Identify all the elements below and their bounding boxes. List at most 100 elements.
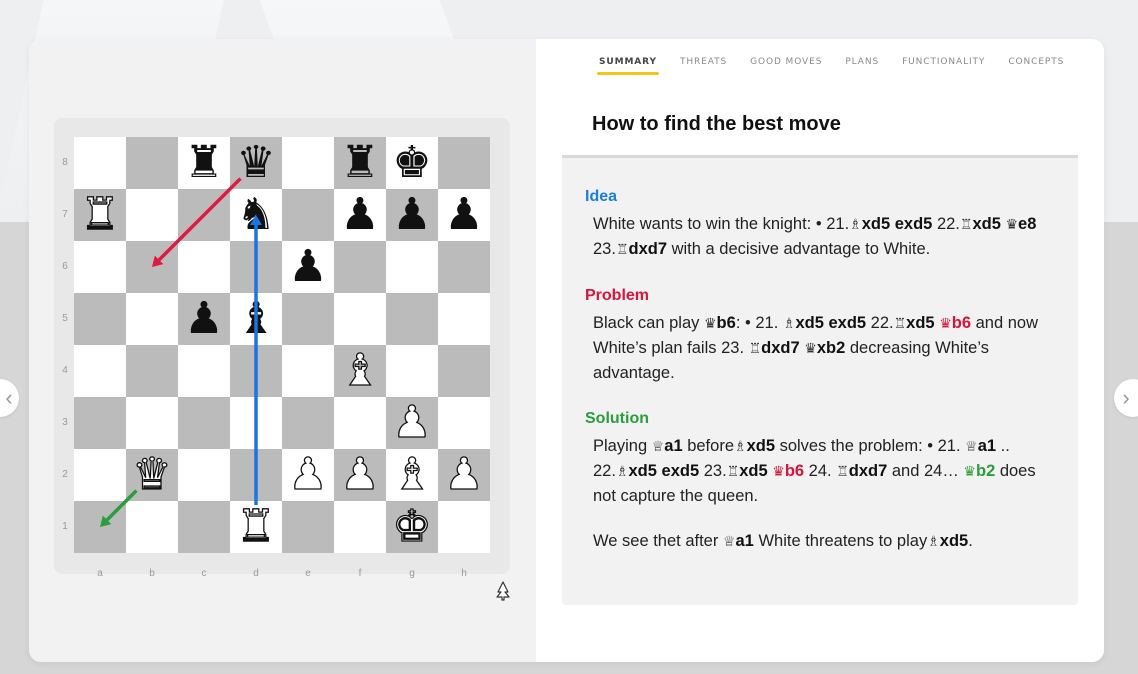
tree-icon[interactable] bbox=[495, 581, 511, 601]
square-b6[interactable] bbox=[126, 241, 178, 293]
square-f1[interactable] bbox=[334, 501, 386, 553]
white-bishop-icon[interactable]: ♝ bbox=[340, 348, 381, 393]
square-a7[interactable]: ♜ bbox=[74, 189, 126, 241]
move-notation[interactable]: dxd7 bbox=[761, 339, 800, 357]
square-d7[interactable]: ♞ bbox=[230, 189, 282, 241]
move-notation[interactable]: dxd7 bbox=[629, 240, 668, 258]
black-rook-icon[interactable]: ♜ bbox=[184, 141, 223, 185]
move-notation[interactable]: b6 bbox=[952, 314, 971, 332]
square-a5[interactable] bbox=[74, 293, 126, 345]
white-bishop-icon[interactable]: ♝ bbox=[392, 452, 433, 497]
black-pawn-icon[interactable]: ♟ bbox=[444, 193, 483, 237]
square-f3[interactable] bbox=[334, 397, 386, 449]
square-h5[interactable] bbox=[438, 293, 490, 345]
square-h1[interactable] bbox=[438, 501, 490, 553]
move-notation[interactable]: exd5 bbox=[895, 215, 933, 233]
square-e4[interactable] bbox=[282, 345, 334, 397]
move-notation[interactable]: e8 bbox=[1018, 215, 1036, 233]
square-h2[interactable]: ♟ bbox=[438, 449, 490, 501]
black-bishop-icon[interactable]: ♝ bbox=[236, 297, 275, 341]
black-king-icon[interactable]: ♚ bbox=[392, 141, 431, 185]
white-king-icon[interactable]: ♚ bbox=[392, 504, 433, 549]
move-notation[interactable]: xd5 bbox=[747, 437, 775, 455]
chess-board[interactable]: ♜ ♛ ♜ ♚ ♜ ♞ ♟ ♟ ♟ ♟ ♟ ♝ ♝ ♟ ♛ ♟ ♟ ♝ ♟ ♜ ♚ bbox=[74, 137, 490, 553]
tab-threats[interactable]: THREATS bbox=[680, 53, 727, 75]
square-e7[interactable] bbox=[282, 189, 334, 241]
square-g1[interactable]: ♚ bbox=[386, 501, 438, 553]
white-pawn-icon[interactable]: ♟ bbox=[444, 452, 485, 497]
white-pawn-icon[interactable]: ♟ bbox=[340, 452, 381, 497]
white-queen-icon[interactable]: ♛ bbox=[132, 452, 173, 497]
move-notation[interactable]: xb2 bbox=[817, 339, 845, 357]
tab-functionality[interactable]: FUNCTIONALITY bbox=[902, 53, 985, 75]
square-g8[interactable]: ♚ bbox=[386, 137, 438, 189]
square-h6[interactable] bbox=[438, 241, 490, 293]
square-e2[interactable]: ♟ bbox=[282, 449, 334, 501]
move-notation[interactable]: b6 bbox=[785, 462, 804, 480]
square-h3[interactable] bbox=[438, 397, 490, 449]
square-b5[interactable] bbox=[126, 293, 178, 345]
square-a4[interactable] bbox=[74, 345, 126, 397]
square-f7[interactable]: ♟ bbox=[334, 189, 386, 241]
tab-plans[interactable]: PLANS bbox=[845, 53, 879, 75]
square-f8[interactable]: ♜ bbox=[334, 137, 386, 189]
square-a1[interactable] bbox=[74, 501, 126, 553]
square-e1[interactable] bbox=[282, 501, 334, 553]
previous-button[interactable]: ‹ bbox=[0, 379, 19, 417]
next-button[interactable]: › bbox=[1114, 379, 1138, 417]
square-c4[interactable] bbox=[178, 345, 230, 397]
white-pawn-icon[interactable]: ♟ bbox=[288, 452, 329, 497]
square-f5[interactable] bbox=[334, 293, 386, 345]
move-notation[interactable]: xd5 bbox=[906, 314, 934, 332]
square-d5[interactable]: ♝ bbox=[230, 293, 282, 345]
square-d1[interactable]: ♜ bbox=[230, 501, 282, 553]
square-g2[interactable]: ♝ bbox=[386, 449, 438, 501]
square-f2[interactable]: ♟ bbox=[334, 449, 386, 501]
move-notation[interactable]: xd5 bbox=[629, 462, 657, 480]
square-c2[interactable] bbox=[178, 449, 230, 501]
square-c1[interactable] bbox=[178, 501, 230, 553]
square-a3[interactable] bbox=[74, 397, 126, 449]
square-g3[interactable]: ♟ bbox=[386, 397, 438, 449]
square-e8[interactable] bbox=[282, 137, 334, 189]
move-notation[interactable]: b6 bbox=[717, 314, 736, 332]
square-f6[interactable] bbox=[334, 241, 386, 293]
tab-concepts[interactable]: CONCEPTS bbox=[1008, 53, 1064, 75]
square-a2[interactable] bbox=[74, 449, 126, 501]
square-a8[interactable] bbox=[74, 137, 126, 189]
move-notation[interactable]: xd5 bbox=[739, 462, 767, 480]
move-notation[interactable]: xd5 bbox=[795, 314, 823, 332]
square-e5[interactable] bbox=[282, 293, 334, 345]
black-pawn-icon[interactable]: ♟ bbox=[184, 297, 223, 341]
square-b1[interactable] bbox=[126, 501, 178, 553]
square-f4[interactable]: ♝ bbox=[334, 345, 386, 397]
black-pawn-icon[interactable]: ♟ bbox=[392, 193, 431, 237]
black-rook-icon[interactable]: ♜ bbox=[340, 141, 379, 185]
move-notation[interactable]: exd5 bbox=[662, 462, 700, 480]
square-d6[interactable] bbox=[230, 241, 282, 293]
square-g5[interactable] bbox=[386, 293, 438, 345]
move-notation[interactable]: xd5 bbox=[862, 215, 890, 233]
move-notation[interactable]: b2 bbox=[976, 462, 995, 480]
tab-good-moves[interactable]: GOOD MOVES bbox=[750, 53, 822, 75]
square-b8[interactable] bbox=[126, 137, 178, 189]
square-h7[interactable]: ♟ bbox=[438, 189, 490, 241]
square-b4[interactable] bbox=[126, 345, 178, 397]
white-rook-icon[interactable]: ♜ bbox=[236, 504, 277, 549]
black-queen-icon[interactable]: ♛ bbox=[236, 141, 275, 185]
square-g6[interactable] bbox=[386, 241, 438, 293]
square-d2[interactable] bbox=[230, 449, 282, 501]
square-c5[interactable]: ♟ bbox=[178, 293, 230, 345]
square-d3[interactable] bbox=[230, 397, 282, 449]
square-c7[interactable] bbox=[178, 189, 230, 241]
square-h4[interactable] bbox=[438, 345, 490, 397]
white-rook-icon[interactable]: ♜ bbox=[80, 192, 121, 237]
square-c6[interactable] bbox=[178, 241, 230, 293]
move-notation[interactable]: a1 bbox=[978, 437, 996, 455]
square-b7[interactable] bbox=[126, 189, 178, 241]
square-c3[interactable] bbox=[178, 397, 230, 449]
move-notation[interactable]: a1 bbox=[736, 532, 754, 550]
move-notation[interactable]: xd5 bbox=[940, 532, 968, 550]
square-g7[interactable]: ♟ bbox=[386, 189, 438, 241]
square-e3[interactable] bbox=[282, 397, 334, 449]
